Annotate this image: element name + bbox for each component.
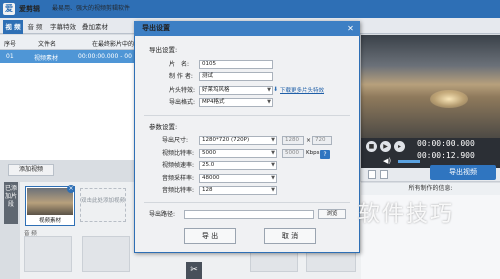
- info-header: 所有制作的信息:: [361, 183, 500, 195]
- chevron-down-icon: ▼: [271, 137, 275, 143]
- stop-icon[interactable]: ■: [366, 141, 377, 152]
- file-list-header: 序号 文件名 在最终影片中的时: [0, 35, 135, 57]
- audio-bitrate-select[interactable]: 128 ▼: [199, 186, 277, 195]
- intro-effect-value: 好莱坞风格: [202, 87, 230, 93]
- chevron-down-icon: ▼: [267, 99, 271, 105]
- tab-subtitle-effects[interactable]: 字幕特效: [48, 20, 78, 34]
- export-format-value: MP4格式: [202, 99, 225, 105]
- export-button[interactable]: 导 出: [184, 228, 236, 244]
- video-bitrate-field[interactable]: 5000: [282, 149, 304, 158]
- row-index: 01: [6, 53, 14, 60]
- track-cell[interactable]: [24, 236, 72, 272]
- clip-remove-icon[interactable]: ×: [67, 185, 75, 193]
- clip-label: 视频素材: [38, 218, 61, 224]
- fullscreen-icon[interactable]: [380, 170, 388, 179]
- export-format-select[interactable]: MP4格式 ▼: [199, 98, 273, 107]
- app-slogan: 最易用、强大的视频剪辑软件: [52, 5, 131, 12]
- author-field[interactable]: 测试: [199, 72, 273, 81]
- table-row[interactable]: 01 视频素材 00:00:00.000 - 00: [0, 50, 135, 63]
- empty-clip-slot[interactable]: 双击此处添加视频: [80, 188, 126, 222]
- chevron-down-icon: ▼: [271, 175, 275, 181]
- section-export-info: 导出设置:: [149, 46, 178, 54]
- divider: [144, 202, 350, 203]
- col-index-header: 序号: [4, 41, 17, 48]
- app-title: 爱剪辑: [19, 5, 40, 13]
- audio-sample-rate-value: 48000: [202, 175, 220, 181]
- chevron-down-icon: ▼: [267, 87, 271, 93]
- current-time: 00:00:00.000: [417, 139, 475, 148]
- export-path-field[interactable]: [184, 210, 314, 219]
- video-preview: [361, 35, 500, 138]
- help-icon[interactable]: ?: [320, 150, 330, 159]
- frame-rate-select[interactable]: 25.0 ▼: [199, 161, 277, 170]
- next-frame-icon[interactable]: ▸: [394, 141, 405, 152]
- width-field[interactable]: 1280: [282, 136, 304, 145]
- video-bitrate-value: 5000: [202, 150, 216, 156]
- tab-video[interactable]: 视 频: [3, 20, 23, 34]
- clip-thumbnail: [27, 188, 73, 215]
- watermark-text: 软件技巧: [358, 202, 455, 227]
- total-time: 00:00:12.900: [417, 151, 475, 160]
- label-author: 制 作 者:: [169, 73, 193, 80]
- file-list-body: [0, 63, 135, 160]
- volume-slider[interactable]: [398, 160, 420, 163]
- export-size-select[interactable]: 1280*720 (720P) ▼: [199, 136, 277, 145]
- cancel-button[interactable]: 取 消: [264, 228, 316, 244]
- browse-button[interactable]: 浏览: [318, 209, 346, 219]
- intro-effect-select[interactable]: 好莱坞风格 ▼: [199, 86, 273, 95]
- chevron-down-icon: ▼: [271, 150, 275, 156]
- download-more-link[interactable]: 下载更多片头特效: [280, 86, 324, 94]
- section-params: 参数设置:: [149, 123, 178, 131]
- divider: [144, 115, 350, 116]
- size-separator: ×: [306, 137, 312, 144]
- export-video-button[interactable]: 导出视频: [430, 165, 496, 180]
- height-field[interactable]: 720: [312, 136, 332, 145]
- chevron-down-icon: ▼: [271, 162, 275, 168]
- label-frame-rate: 视频帧速率:: [162, 162, 195, 169]
- snapshot-icon[interactable]: [368, 170, 376, 179]
- label-export-format: 导出格式:: [169, 99, 196, 106]
- chevron-down-icon: ▼: [271, 187, 275, 193]
- label-intro-effect: 片头特效:: [169, 87, 196, 94]
- scissors-icon[interactable]: ✂: [186, 262, 202, 279]
- col-name-header: 文件名: [38, 41, 57, 48]
- audio-bitrate-value: 128: [202, 187, 213, 193]
- play-icon[interactable]: ▶: [380, 141, 391, 152]
- dialog-title: 导出设置: [142, 24, 170, 32]
- export-size-value: 1280*720 (720P): [202, 137, 250, 143]
- row-name: 视频素材: [34, 55, 59, 62]
- label-title: 片 名:: [169, 61, 190, 68]
- close-icon[interactable]: ✕: [345, 23, 356, 34]
- download-icon: ⬇: [273, 86, 279, 93]
- label-audio-sample-rate: 音频采样率:: [162, 175, 195, 182]
- frame-rate-value: 25.0: [202, 162, 215, 168]
- title-field[interactable]: 0105: [199, 60, 273, 69]
- preview-sun-glow: [430, 90, 468, 108]
- added-clips-label: 已添加片段: [4, 182, 18, 224]
- volume-icon[interactable]: ◀): [383, 157, 391, 165]
- video-bitrate-select[interactable]: 5000 ▼: [199, 149, 277, 158]
- tab-audio[interactable]: 音 频: [25, 20, 45, 34]
- label-audio-bitrate: 音频比特率:: [162, 187, 195, 194]
- bitrate-unit: Kbps: [306, 150, 320, 156]
- audio-sample-rate-select[interactable]: 48000 ▼: [199, 174, 277, 183]
- label-video-bitrate: 视频比特率:: [162, 150, 195, 157]
- label-export-size: 导出尺寸:: [162, 137, 189, 144]
- add-video-button[interactable]: 添加视频: [8, 164, 54, 176]
- label-export-path: 导出路径:: [149, 211, 176, 218]
- track-cell[interactable]: [82, 236, 130, 272]
- row-range: 00:00:00.000 - 00: [78, 53, 132, 60]
- tab-overlay-material[interactable]: 叠加素材: [80, 20, 110, 34]
- app-logo-icon: 爱: [3, 3, 15, 15]
